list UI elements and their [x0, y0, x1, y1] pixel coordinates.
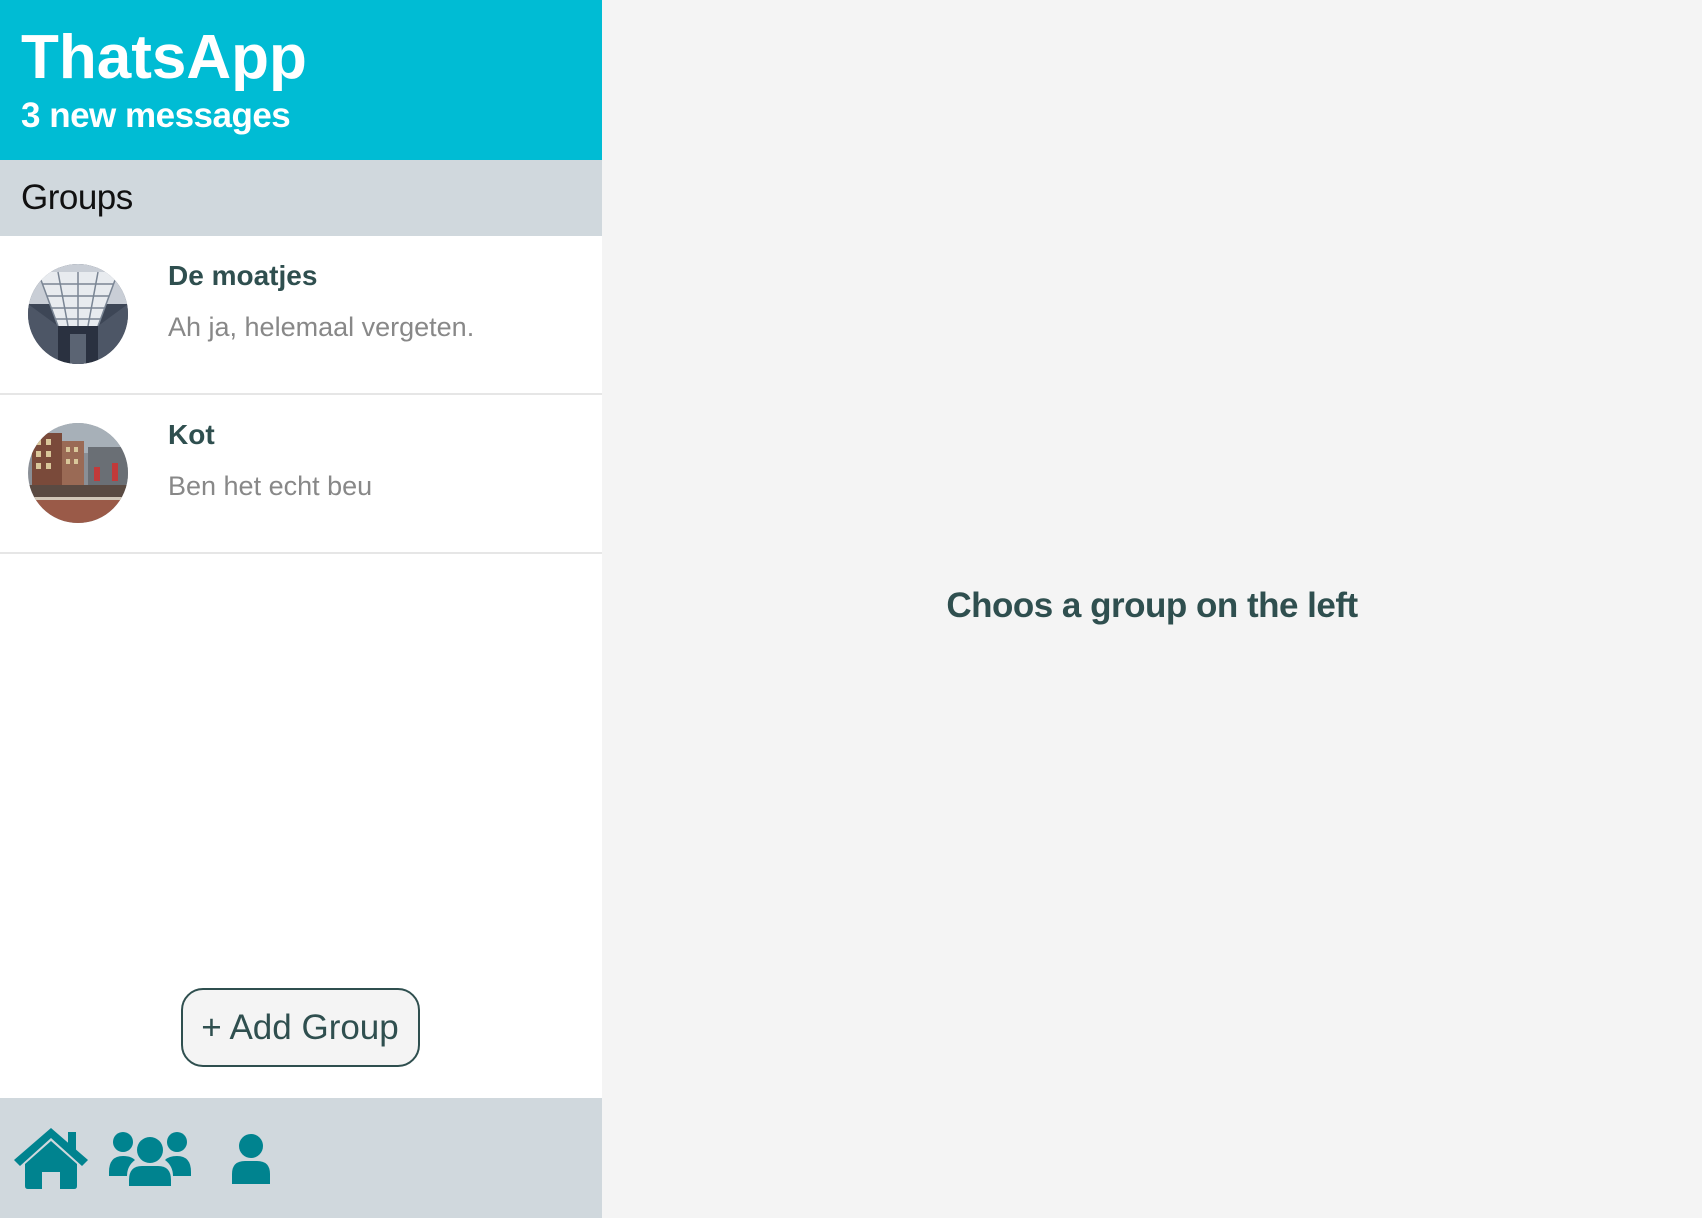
add-group-container: + Add Group — [0, 988, 602, 1067]
group-item-de-moatjes[interactable]: De moatjes Ah ja, helemaal vergeten. — [0, 236, 602, 395]
choose-group-placeholder: Choos a group on the left — [946, 586, 1358, 625]
group-avatar — [28, 423, 128, 523]
home-icon — [14, 1128, 88, 1189]
bottom-nav — [0, 1098, 602, 1218]
group-last-message: Ben het echt beu — [168, 471, 373, 501]
group-list: De moatjes Ah ja, helemaal vergeten. Kot… — [0, 236, 602, 1218]
app-title: ThatsApp — [21, 23, 307, 92]
app-header: ThatsApp 3 new messages — [0, 0, 602, 160]
group-name: De moatjes — [168, 260, 318, 291]
add-group-button[interactable]: + Add Group — [180, 988, 420, 1067]
group-avatar — [28, 264, 128, 364]
group-item-kot[interactable]: Kot Ben het echt beu — [0, 395, 602, 554]
users-icon — [109, 1132, 191, 1186]
nav-home-button[interactable] — [12, 1126, 90, 1190]
nav-groups-button[interactable] — [109, 1130, 191, 1186]
groups-section-label: Groups — [21, 178, 133, 217]
groups-section-title: Groups — [0, 160, 602, 236]
group-name: Kot — [168, 419, 215, 450]
nav-profile-button[interactable] — [232, 1134, 270, 1184]
new-messages-count: 3 new messages — [21, 96, 291, 135]
group-last-message: Ah ja, helemaal vergeten. — [168, 312, 475, 342]
app-window: ThatsApp 3 new messages Groups De moatje… — [0, 0, 1702, 1218]
user-icon — [232, 1134, 270, 1184]
chat-area: Choos a group on the left — [602, 0, 1702, 1218]
sidebar: ThatsApp 3 new messages Groups De moatje… — [0, 0, 602, 1218]
